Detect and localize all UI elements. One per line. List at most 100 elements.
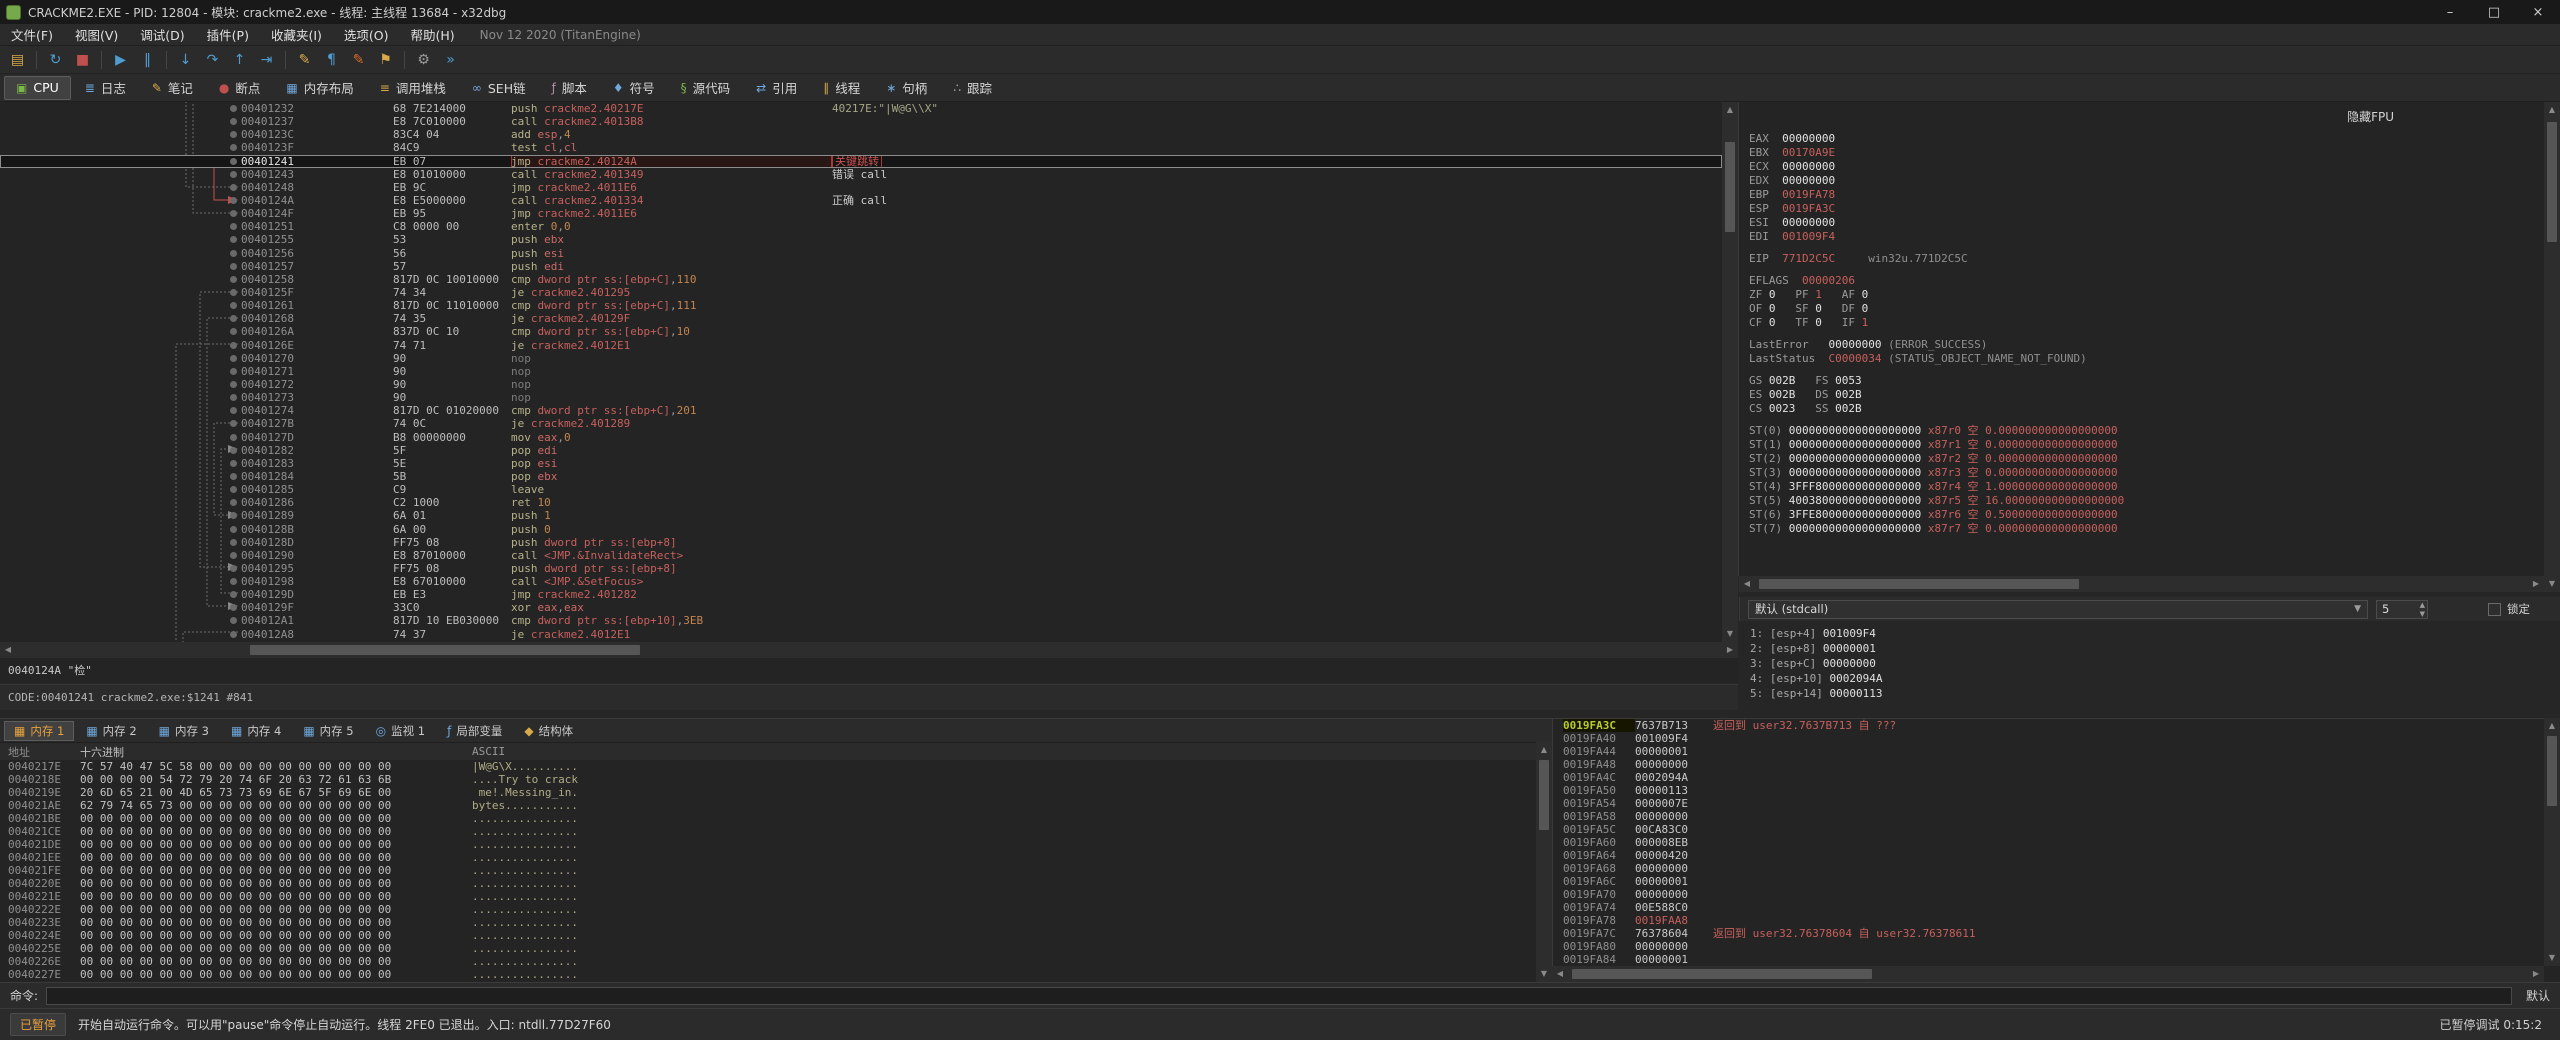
disasm-row[interactable]: 0040124F EB 95 jmp crackme2.4011E6: [0, 207, 1722, 220]
stack-arg-row[interactable]: 4: [esp+10] 0002094A: [1750, 671, 2550, 686]
breakpoint-dot[interactable]: [228, 470, 241, 483]
pause-button[interactable]: ‖: [134, 48, 161, 72]
stack-row[interactable]: 0019FA78 0019FAA8: [1553, 914, 2560, 927]
scroll-up-icon[interactable]: ▲: [1722, 102, 1738, 118]
tab-call-stack[interactable]: ≡ 调用堆栈: [368, 76, 458, 100]
stack-arg-row[interactable]: 1: [esp+4] 001009F4: [1750, 626, 2550, 641]
arg-count-spinner[interactable]: 5 ▲ ▼: [2376, 599, 2428, 619]
register-line[interactable]: OF 0 SF 0 DF 0: [1749, 302, 2544, 316]
dump-row[interactable]: 0040218E 00 00 00 00 54 72 79 20 74 6F 20…: [0, 773, 1552, 786]
stack-row[interactable]: 0019FA70 00000000: [1553, 888, 2560, 901]
scrollbar-thumb[interactable]: [1539, 760, 1549, 830]
disasm-row[interactable]: 00401251 C8 0000 00 enter 0,0: [0, 220, 1722, 233]
disassembly-horizontal-scrollbar[interactable]: ◀ ▶: [0, 642, 1738, 658]
register-line[interactable]: CF 0 TF 0 IF 1: [1749, 316, 2544, 330]
disasm-row[interactable]: 00401298 E8 67010000 call <JMP.&SetFocus>: [0, 575, 1722, 588]
disasm-row[interactable]: 0040125F 74 34 je crackme2.401295: [0, 286, 1722, 299]
disasm-row[interactable]: 00401290 E8 87010000 call <JMP.&Invalidate…: [0, 549, 1722, 562]
breakpoint-dot[interactable]: [228, 141, 241, 154]
scrollbar-thumb[interactable]: [250, 645, 640, 655]
restart-button[interactable]: ↻: [42, 48, 69, 72]
breakpoint-dot[interactable]: [228, 562, 241, 575]
scrollbar-thumb[interactable]: [1725, 142, 1735, 232]
stack-row[interactable]: 0019FA50 00000113: [1553, 784, 2560, 797]
breakpoint-dot[interactable]: [228, 523, 241, 536]
highlight-button[interactable]: ✎: [345, 48, 372, 72]
tab-references[interactable]: ⇄ 引用: [744, 76, 809, 100]
scroll-left-icon[interactable]: ◀: [1739, 576, 1755, 592]
disassembly-vertical-scrollbar[interactable]: ▲ ▼: [1722, 102, 1738, 642]
breakpoint-dot[interactable]: [228, 273, 241, 286]
breakpoint-dot[interactable]: [228, 286, 241, 299]
disasm-row[interactable]: 0040124A E8 E5000000 call crackme2.401334 正…: [0, 194, 1722, 207]
dump-row[interactable]: 0040222E 00 00 00 00 00 00 00 00 00 00 00…: [0, 903, 1552, 916]
scroll-down-icon[interactable]: ▼: [1536, 966, 1552, 982]
stack-row[interactable]: 0019FA54 0000007E: [1553, 797, 2560, 810]
dump-tab-memory-5[interactable]: ▦ 内存 5: [293, 721, 363, 741]
lock-checkbox[interactable]: [2488, 602, 2501, 616]
open-file-button[interactable]: ▤: [4, 48, 31, 72]
breakpoint-dot[interactable]: [228, 444, 241, 457]
disasm-row[interactable]: 0040123F 84C9 test cl,cl: [0, 141, 1722, 154]
dump-tab-memory-3[interactable]: ▦ 内存 3: [149, 721, 219, 741]
dump-row[interactable]: 004021CE 00 00 00 00 00 00 00 00 00 00 00…: [0, 825, 1552, 838]
disasm-row[interactable]: 00401283 5E pop esi: [0, 457, 1722, 470]
stack-row[interactable]: 0019FA64 00000420: [1553, 849, 2560, 862]
disasm-row[interactable]: 00401274 817D 0C 01020000 cmp dword ptr ss…: [0, 404, 1722, 417]
label-button[interactable]: ⚑: [372, 48, 399, 72]
step-out-button[interactable]: ↑: [226, 48, 253, 72]
stack-row[interactable]: 0019FA5C 00CA83C0: [1553, 823, 2560, 836]
breakpoint-dot[interactable]: [228, 155, 241, 168]
hide-fpu-button[interactable]: 隐藏FPU: [2347, 108, 2394, 125]
disassembly-pane[interactable]: 00401232 68 7E214000 push crackme2.40217E 4…: [0, 102, 1722, 642]
breakpoint-dot[interactable]: [228, 299, 241, 312]
menu-plugins[interactable]: 插件(P): [196, 24, 260, 46]
breakpoint-dot[interactable]: [228, 457, 241, 470]
scroll-left-icon[interactable]: ◀: [1552, 966, 1568, 982]
register-line[interactable]: ZF 0 PF 1 AF 0: [1749, 288, 2544, 302]
breakpoint-dot[interactable]: [228, 509, 241, 522]
breakpoint-dot[interactable]: [228, 365, 241, 378]
disasm-row[interactable]: 0040127B 74 0C je crackme2.401289: [0, 417, 1722, 430]
disasm-row[interactable]: 00401295 FF75 08 push dword ptr ss:[ebp+8]: [0, 562, 1722, 575]
disasm-row[interactable]: 00401282 5F pop edi: [0, 444, 1722, 457]
comment-button[interactable]: ¶: [318, 48, 345, 72]
register-line[interactable]: ECX 00000000: [1749, 160, 2544, 174]
dump-row[interactable]: 004021BE 00 00 00 00 00 00 00 00 00 00 00…: [0, 812, 1552, 825]
tab-cpu[interactable]: ▣ CPU: [4, 75, 71, 100]
scroll-down-icon[interactable]: ▼: [2544, 950, 2560, 966]
register-line[interactable]: EFLAGS 00000206: [1749, 274, 2544, 288]
breakpoint-dot[interactable]: [228, 404, 241, 417]
disasm-row[interactable]: 00401256 56 push esi: [0, 247, 1722, 260]
tab-handles[interactable]: ∗ 句柄: [874, 76, 939, 100]
step-over-button[interactable]: ↷: [199, 48, 226, 72]
scrollbar-thumb[interactable]: [1572, 969, 1872, 979]
breakpoint-dot[interactable]: [228, 312, 241, 325]
disasm-row[interactable]: 0040123C 83C4 04 add esp,4: [0, 128, 1722, 141]
disasm-row[interactable]: 00401273 90 nop: [0, 391, 1722, 404]
disasm-row[interactable]: 00401258 817D 0C 10010000 cmp dword ptr ss…: [0, 273, 1722, 286]
tab-breakpoints[interactable]: ● 断点: [207, 76, 273, 100]
dump-row[interactable]: 0040224E 00 00 00 00 00 00 00 00 00 00 00…: [0, 929, 1552, 942]
dump-row[interactable]: 004021EE 00 00 00 00 00 00 00 00 00 00 00…: [0, 851, 1552, 864]
register-line[interactable]: ST(3) 00000000000000000000 x87r3 空 0.000…: [1749, 466, 2544, 480]
scroll-down-icon[interactable]: ▼: [1722, 626, 1738, 642]
breakpoint-dot[interactable]: [228, 549, 241, 562]
breakpoint-dot[interactable]: [228, 128, 241, 141]
stack-row[interactable]: 0019FA84 00000001: [1553, 953, 2560, 966]
spinner-arrows-icon[interactable]: ▲ ▼: [2420, 601, 2425, 619]
tab-source[interactable]: § 源代码: [669, 76, 743, 100]
tab-script[interactable]: ƒ 脚本: [540, 76, 599, 100]
breakpoint-dot[interactable]: [228, 233, 241, 246]
scroll-right-icon[interactable]: ▶: [2528, 576, 2544, 592]
scrollbar-thumb[interactable]: [2547, 736, 2557, 806]
breakpoint-dot[interactable]: [228, 260, 241, 273]
stack-row[interactable]: 0019FA74 00E588C0: [1553, 901, 2560, 914]
disasm-row[interactable]: 00401255 53 push ebx: [0, 233, 1722, 246]
register-line[interactable]: GS 002B FS 0053: [1749, 374, 2544, 388]
stack-row[interactable]: 0019FA48 00000000: [1553, 758, 2560, 771]
dump-tab-locals[interactable]: ƒ 局部变量: [437, 721, 512, 741]
tab-seh[interactable]: ∞ SEH链: [460, 76, 538, 100]
menu-options[interactable]: 选项(O): [333, 24, 400, 46]
disasm-row[interactable]: 0040126E 74 71 je crackme2.4012E1: [0, 339, 1722, 352]
